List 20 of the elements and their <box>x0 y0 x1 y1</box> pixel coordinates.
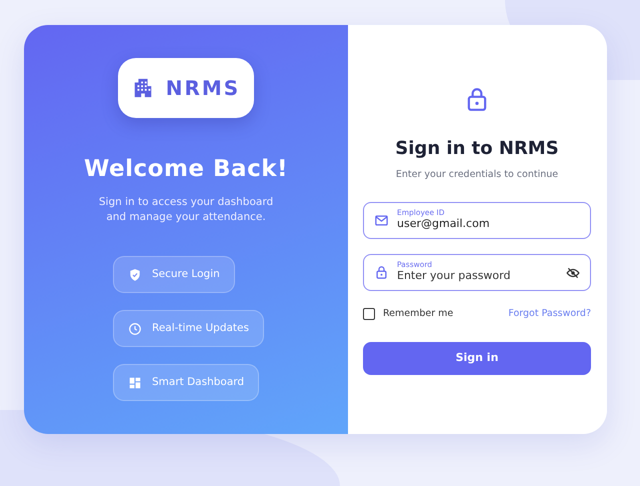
eye-slash-icon[interactable] <box>566 266 580 280</box>
form-title: Sign in to NRMS <box>395 137 559 161</box>
clock-icon <box>128 322 142 336</box>
mail-icon <box>374 213 389 228</box>
forgot-password-link[interactable]: Forgot Password? <box>508 307 591 322</box>
feature-label: Secure Login <box>152 266 220 282</box>
lock-icon <box>374 265 389 280</box>
sign-in-button[interactable]: Sign in <box>363 342 591 374</box>
checkbox-label: Remember me <box>383 307 454 322</box>
brand-name: NRMS <box>166 75 240 102</box>
dashboard-icon <box>128 376 142 390</box>
checkbox[interactable] <box>363 308 375 320</box>
feature-label: Smart Dashboard <box>152 374 244 390</box>
text-input[interactable]: user@gmail.com <box>397 216 547 233</box>
welcome-subtitle: Sign in to access your dashboard and manage your attendance. <box>98 194 274 226</box>
form-subtitle: Enter your credentials to continue <box>396 168 558 182</box>
shield-icon <box>128 268 142 282</box>
feature-label: Real-time Updates <box>152 320 249 336</box>
text-input[interactable]: Enter your password <box>397 268 547 285</box>
welcome-title: Welcome Back! <box>84 155 288 184</box>
